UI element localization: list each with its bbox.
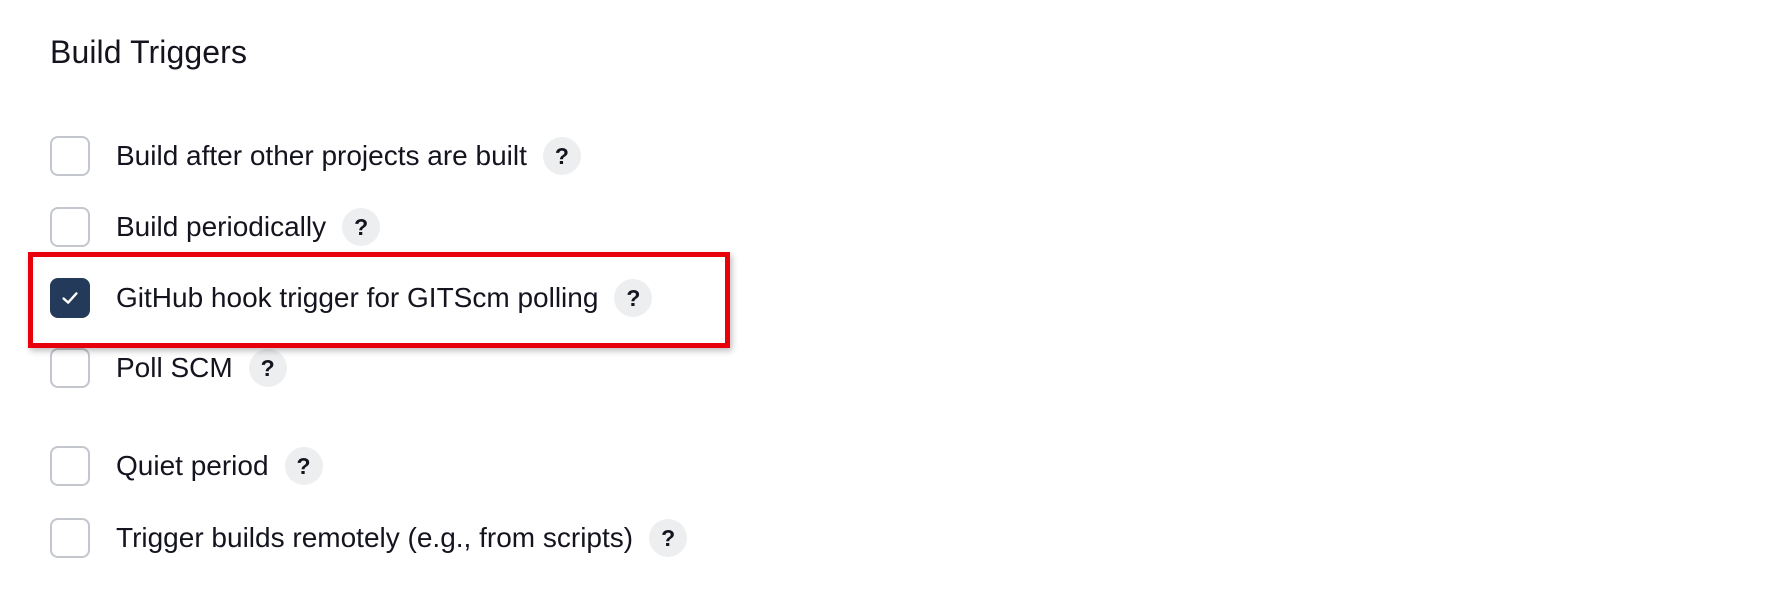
trigger-label[interactable]: Poll SCM [116,351,233,385]
trigger-build-after-other-projects: Build after other projects are built ? [50,134,581,178]
trigger-poll-scm: Poll SCM ? [50,346,287,390]
checkbox-quiet-period[interactable] [50,446,90,486]
section-title: Build Triggers [50,34,248,70]
checkbox-trigger-builds-remotely[interactable] [50,518,90,558]
help-icon[interactable]: ? [342,208,381,246]
trigger-build-periodically: Build periodically ? [50,205,381,249]
help-icon[interactable]: ? [284,447,323,485]
help-icon[interactable]: ? [649,519,688,557]
trigger-label[interactable]: Build after other projects are built [116,139,527,173]
checkmark-icon [62,292,78,304]
trigger-github-hook: GitHub hook trigger for GITScm polling ? [50,276,653,320]
trigger-quiet-period: Quiet period ? [50,444,323,488]
checkbox-build-after-other-projects[interactable] [50,136,90,176]
trigger-label[interactable]: GitHub hook trigger for GITScm polling [116,281,598,315]
trigger-builds-remotely: Trigger builds remotely (e.g., from scri… [50,516,688,560]
trigger-label[interactable]: Trigger builds remotely (e.g., from scri… [116,521,633,555]
trigger-label[interactable]: Build periodically [116,210,326,244]
help-icon[interactable]: ? [542,137,581,175]
help-icon[interactable]: ? [614,279,653,317]
checkbox-poll-scm[interactable] [50,348,90,388]
checkbox-build-periodically[interactable] [50,207,90,247]
trigger-label[interactable]: Quiet period [116,449,269,483]
help-icon[interactable]: ? [248,349,287,387]
checkbox-github-hook[interactable] [50,278,90,318]
